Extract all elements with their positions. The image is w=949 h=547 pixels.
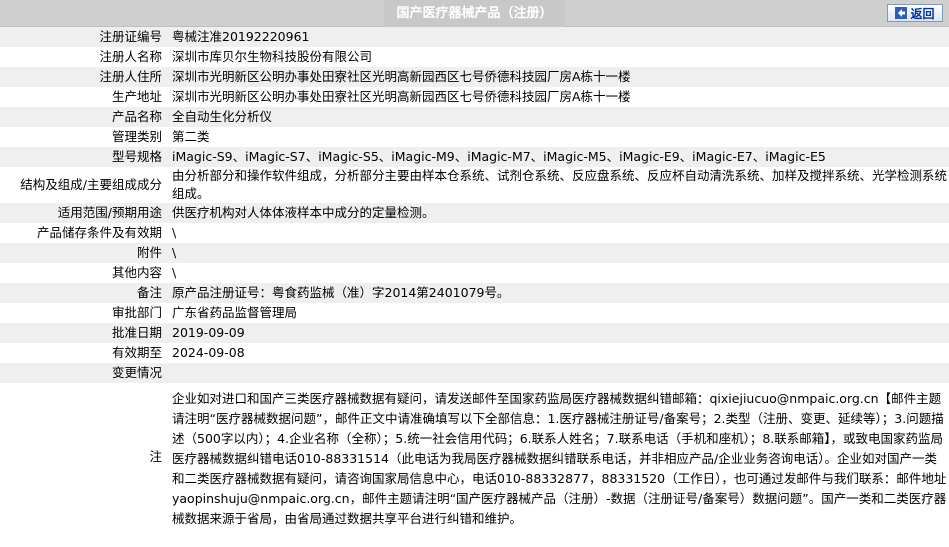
table-row: 附件 \: [0, 243, 949, 263]
field-value: 原产品注册证号：粤食药监械（准）字2014第2401079号。: [168, 283, 949, 303]
table-row: 结构及组成/主要组成成分 由分析部分和操作软件组成，分析部分主要由样本仓系统、试剂…: [0, 167, 949, 203]
field-label: 注册证编号: [0, 27, 168, 47]
field-value: 广东省药品监督管理局: [168, 303, 949, 323]
table-row: 变更情况: [0, 363, 949, 383]
table-row: 管理类别 第二类: [0, 127, 949, 147]
field-label: 注册人住所: [0, 67, 168, 87]
field-label: 批准日期: [0, 323, 168, 343]
field-label: 注册人名称: [0, 47, 168, 67]
field-label: 变更情况: [0, 363, 168, 383]
back-button-label: 返回: [910, 6, 935, 21]
field-value: 2024-09-08: [168, 343, 949, 363]
table-row: 适用范围/预期用途 供医疗机构对人体体液样本中成分的定量检测。: [0, 203, 949, 223]
field-label: 生产地址: [0, 87, 168, 107]
field-label: 结构及组成/主要组成成分: [0, 167, 168, 203]
table-row: 注册人住所 深圳市光明新区公明办事处田寮社区光明高新园西区七号侨德科技园厂房A栋十…: [0, 67, 949, 87]
table-row: 型号规格 iMagic-S9、iMagic-S7、iMagic-S5、iMagic…: [0, 147, 949, 167]
page-title: 国产医疗器械产品（注册）: [0, 0, 949, 27]
field-label: 适用范围/预期用途: [0, 203, 168, 223]
field-value: 深圳市库贝尔生物科技股份有限公司: [168, 47, 949, 67]
page-title-text: 国产医疗器械产品（注册）: [384, 0, 565, 27]
field-value: 深圳市光明新区公明办事处田寮社区光明高新园西区七号侨德科技园厂房A栋十一楼: [168, 87, 949, 107]
field-label: 附件: [0, 243, 168, 263]
field-value: 由分析部分和操作软件组成，分析部分主要由样本仓系统、试剂仓系统、反应盘系统、反应…: [168, 167, 949, 203]
field-label: 产品储存条件及有效期: [0, 223, 168, 243]
table-row: 产品名称 全自动生化分析仪: [0, 107, 949, 127]
back-button[interactable]: 返回: [887, 4, 943, 22]
note-label: 注: [0, 383, 168, 531]
table-row: 其他内容 \: [0, 263, 949, 283]
note-text: 企业如对进口和国产三类医疗器械数据有疑问，请发送邮件至国家药监局医疗器械数据纠错…: [168, 383, 949, 531]
field-label: 型号规格: [0, 147, 168, 167]
detail-table: 注册证编号 粤械注准20192220961 注册人名称 深圳市库贝尔生物科技股份有限公…: [0, 27, 949, 531]
field-value: 粤械注准20192220961: [168, 27, 949, 47]
title-bar: 国产医疗器械产品（注册） 返回: [0, 0, 949, 27]
table-row: 备注 原产品注册证号：粤食药监械（准）字2014第2401079号。: [0, 283, 949, 303]
table-row: 生产地址 深圳市光明新区公明办事处田寮社区光明高新园西区七号侨德科技园厂房A栋十一…: [0, 87, 949, 107]
field-value: 第二类: [168, 127, 949, 147]
note-row: 注企业如对进口和国产三类医疗器械数据有疑问，请发送邮件至国家药监局医疗器械数据纠…: [0, 383, 949, 531]
field-value: iMagic-S9、iMagic-S7、iMagic-S5、iMagic-M9、…: [168, 147, 949, 167]
field-label: 其他内容: [0, 263, 168, 283]
field-value: \: [168, 243, 949, 263]
field-value: \: [168, 263, 949, 283]
table-row: 注册人名称 深圳市库贝尔生物科技股份有限公司: [0, 47, 949, 67]
field-value: [168, 363, 949, 383]
field-value: 深圳市光明新区公明办事处田寮社区光明高新园西区七号侨德科技园厂房A栋十一楼: [168, 67, 949, 87]
table-row: 产品储存条件及有效期 \: [0, 223, 949, 243]
field-label: 审批部门: [0, 303, 168, 323]
back-arrow-icon: [895, 7, 908, 19]
table-row: 注册证编号 粤械注准20192220961: [0, 27, 949, 47]
field-value: \: [168, 223, 949, 243]
field-label: 管理类别: [0, 127, 168, 147]
field-label: 有效期至: [0, 343, 168, 363]
page: 国产医疗器械产品（注册） 返回 注册证编号 粤械注准20192220961 注册人名…: [0, 0, 949, 531]
field-label: 产品名称: [0, 107, 168, 127]
table-row: 批准日期 2019-09-09: [0, 323, 949, 343]
field-value: 2019-09-09: [168, 323, 949, 343]
table-row: 审批部门 广东省药品监督管理局: [0, 303, 949, 323]
table-row: 有效期至 2024-09-08: [0, 343, 949, 363]
field-value: 供医疗机构对人体体液样本中成分的定量检测。: [168, 203, 949, 223]
field-label: 备注: [0, 283, 168, 303]
field-value: 全自动生化分析仪: [168, 107, 949, 127]
